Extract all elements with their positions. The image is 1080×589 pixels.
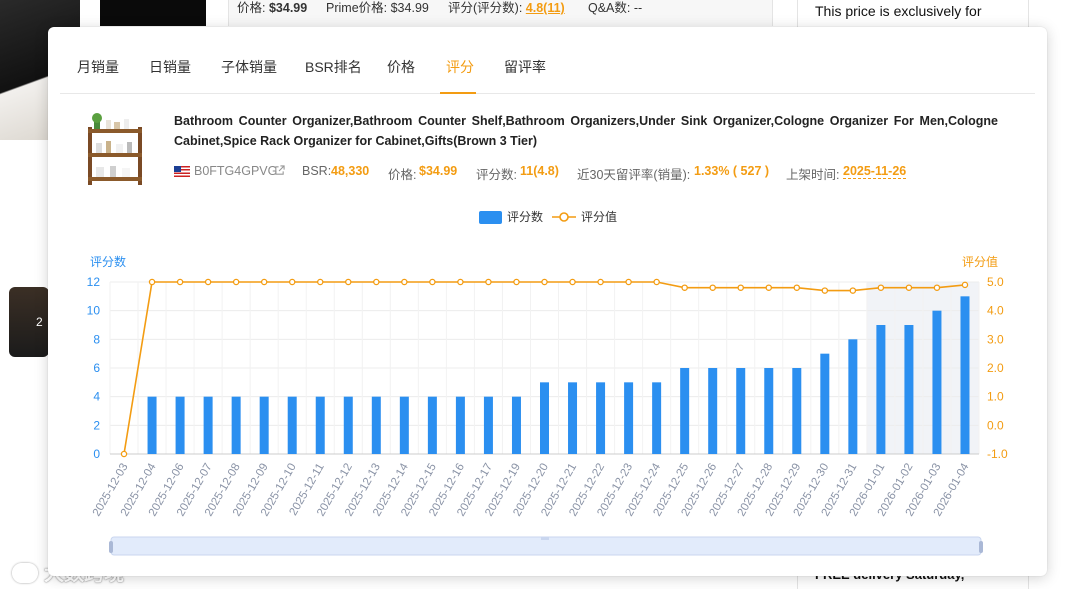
rating-value-point bbox=[457, 278, 464, 286]
bar-rating-count bbox=[652, 382, 662, 454]
rating-value-point bbox=[485, 278, 492, 286]
y-right-tick-label: 2.0 bbox=[987, 361, 1004, 375]
y-left-tick-label: 12 bbox=[87, 275, 101, 289]
bar-rating-count bbox=[596, 382, 606, 454]
legend-line-marker bbox=[559, 212, 569, 222]
bar-rating-count bbox=[259, 396, 269, 454]
bar-rating-count bbox=[736, 368, 746, 454]
zoom-slider-handle-right[interactable] bbox=[979, 541, 983, 553]
bar-rating-count bbox=[427, 396, 437, 454]
bar-rating-count bbox=[371, 396, 381, 454]
bar-rating-count bbox=[315, 396, 325, 454]
rating-value-point bbox=[316, 278, 324, 286]
rating-value-point bbox=[120, 450, 128, 458]
bar-rating-count bbox=[960, 296, 970, 454]
rating-value-point bbox=[513, 278, 520, 286]
y-right-tick-label: 1.0 bbox=[987, 390, 1004, 404]
rating-value-point bbox=[176, 278, 184, 286]
bar-rating-count bbox=[540, 382, 549, 454]
rating-value-point bbox=[681, 284, 688, 291]
rating-value-point bbox=[148, 278, 156, 286]
rating-value-point bbox=[821, 287, 829, 294]
y-left-tick-label: 6 bbox=[93, 361, 100, 375]
bar-rating-count bbox=[680, 368, 690, 454]
bar-rating-count bbox=[175, 396, 185, 454]
y-left-tick-label: 0 bbox=[93, 447, 100, 461]
y-left-tick-label: 2 bbox=[93, 418, 100, 432]
bar-rating-count bbox=[568, 382, 578, 454]
y-left-tick-label: 10 bbox=[87, 304, 101, 318]
bar-rating-count bbox=[147, 396, 157, 454]
rating-value-point bbox=[597, 278, 604, 286]
zoom-slider-grip bbox=[541, 537, 549, 540]
rating-value-point bbox=[429, 278, 436, 286]
rating-value-point bbox=[401, 278, 408, 286]
y-right-tick-label: -1.0 bbox=[987, 447, 1008, 461]
rating-value-point bbox=[204, 278, 212, 286]
rating-value-point bbox=[345, 278, 352, 286]
bar-rating-count bbox=[231, 396, 241, 454]
y-right-tick-label: 0.0 bbox=[987, 418, 1004, 432]
rating-value-point bbox=[849, 287, 857, 294]
legend-bar-swatch bbox=[479, 211, 502, 224]
bar-rating-count bbox=[287, 396, 297, 454]
bar-rating-count bbox=[343, 396, 353, 454]
bar-rating-count bbox=[624, 382, 634, 454]
rating-value-point bbox=[541, 278, 548, 286]
rating-value-point bbox=[709, 284, 716, 291]
rating-value-point bbox=[569, 278, 576, 286]
bar-rating-count bbox=[764, 368, 774, 454]
bar-rating-count bbox=[876, 325, 886, 454]
rating-value-point bbox=[737, 284, 744, 291]
rating-value-point bbox=[625, 278, 632, 286]
y-left-tick-label: 8 bbox=[93, 332, 100, 346]
bar-rating-count bbox=[708, 368, 718, 454]
bar-rating-count bbox=[455, 396, 465, 454]
y-right-tick-label: 4.0 bbox=[987, 304, 1004, 318]
rating-value-point bbox=[765, 284, 773, 291]
bar-rating-count bbox=[820, 353, 830, 454]
bar-rating-count bbox=[848, 339, 858, 454]
legend-line-label: 评分值 bbox=[581, 209, 617, 224]
rating-chart: 024681012-1.00.01.02.03.04.05.0评分数 评分值202… bbox=[87, 209, 1008, 556]
zoom-slider-handle-left[interactable] bbox=[109, 541, 113, 553]
rating-value-point bbox=[961, 281, 969, 289]
rating-value-point bbox=[260, 278, 268, 286]
bar-rating-count bbox=[483, 396, 493, 454]
rating-value-point bbox=[933, 284, 941, 291]
bar-rating-count bbox=[904, 325, 914, 454]
rating-value-point bbox=[793, 284, 801, 291]
bar-rating-count bbox=[399, 396, 409, 454]
bar-rating-count bbox=[511, 396, 521, 454]
bar-rating-count bbox=[792, 368, 802, 454]
y-left-tick-label: 4 bbox=[93, 390, 100, 404]
y-left-axis-title: 评分数 bbox=[90, 254, 126, 269]
bar-rating-count bbox=[932, 310, 942, 454]
bar-rating-count bbox=[203, 396, 213, 454]
rating-value-point bbox=[653, 278, 660, 286]
rating-value-point bbox=[905, 284, 913, 291]
legend-bar-label: 评分数 bbox=[507, 209, 543, 224]
y-right-tick-label: 5.0 bbox=[987, 275, 1004, 289]
y-right-tick-label: 3.0 bbox=[987, 332, 1004, 346]
y-right-axis-title: 评分值 bbox=[962, 254, 998, 269]
rating-value-point bbox=[288, 278, 296, 286]
rating-value-point bbox=[877, 284, 885, 291]
rating-value-point bbox=[373, 278, 380, 286]
rating-value-point bbox=[232, 278, 240, 286]
